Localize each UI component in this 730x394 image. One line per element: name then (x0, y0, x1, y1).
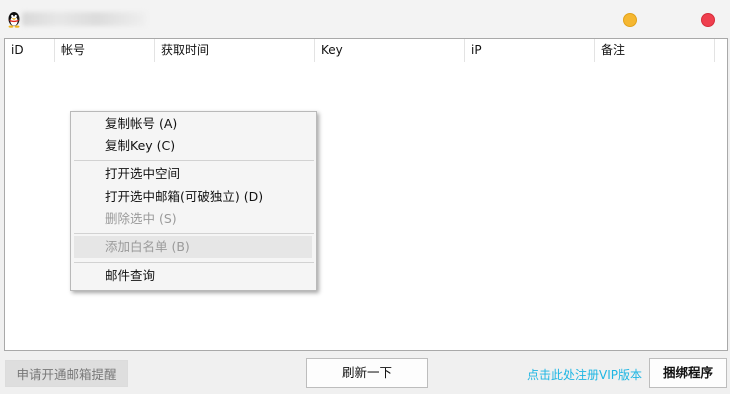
menu-open-space[interactable]: 打开选中空间 (74, 163, 312, 185)
menu-separator (74, 233, 314, 234)
menu-add-whitelist[interactable]: 添加白名单 (B) (74, 236, 312, 258)
blurred-window-title (22, 12, 146, 26)
menu-delete-selected[interactable]: 删除选中 (S) (74, 208, 312, 230)
close-button[interactable] (701, 13, 715, 27)
menu-separator (74, 262, 314, 263)
bundle-program-button[interactable]: 捆绑程序 (649, 358, 727, 388)
minimize-button[interactable] (623, 13, 637, 27)
menu-open-mailbox[interactable]: 打开选中邮箱(可破独立) (D) (74, 186, 312, 208)
column-header-time[interactable]: 获取时间 (155, 39, 315, 62)
menu-mail-query[interactable]: 邮件查询 (74, 265, 312, 287)
column-header-key[interactable]: Key (315, 39, 465, 62)
apply-mail-alert-button[interactable]: 申请开通邮箱提醒 (5, 360, 128, 387)
context-menu: 复制帐号 (A) 复制Key (C) 打开选中空间 打开选中邮箱(可破独立) (… (70, 111, 317, 291)
column-header-label: iP (471, 43, 482, 57)
menu-separator (74, 160, 314, 161)
refresh-button[interactable]: 刷新一下 (306, 358, 428, 388)
menu-copy-key[interactable]: 复制Key (C) (74, 135, 312, 157)
bottom-toolbar: 申请开通邮箱提醒 刷新一下 点击此处注册VIP版本 捆绑程序 (0, 351, 730, 394)
penguin-app-icon (8, 12, 20, 28)
column-header-ip[interactable]: iP (465, 39, 595, 62)
column-header-note[interactable]: 备注 (595, 39, 715, 62)
column-header-label: 帐号 (61, 43, 86, 57)
column-header-account[interactable]: 帐号 (55, 39, 155, 62)
column-header-label: Key (321, 43, 343, 57)
menu-copy-account[interactable]: 复制帐号 (A) (74, 113, 312, 135)
column-header-label: 获取时间 (161, 43, 210, 57)
app-window: iD 帐号 获取时间 Key iP 备注 复制帐号 (A) 复制Key (C) … (0, 0, 730, 394)
register-vip-link[interactable]: 点击此处注册VIP版本 (527, 366, 642, 383)
column-header-id[interactable]: iD (5, 39, 55, 62)
title-bar[interactable] (0, 0, 730, 38)
column-header-label: 备注 (601, 43, 626, 57)
column-header-label: iD (11, 43, 24, 57)
